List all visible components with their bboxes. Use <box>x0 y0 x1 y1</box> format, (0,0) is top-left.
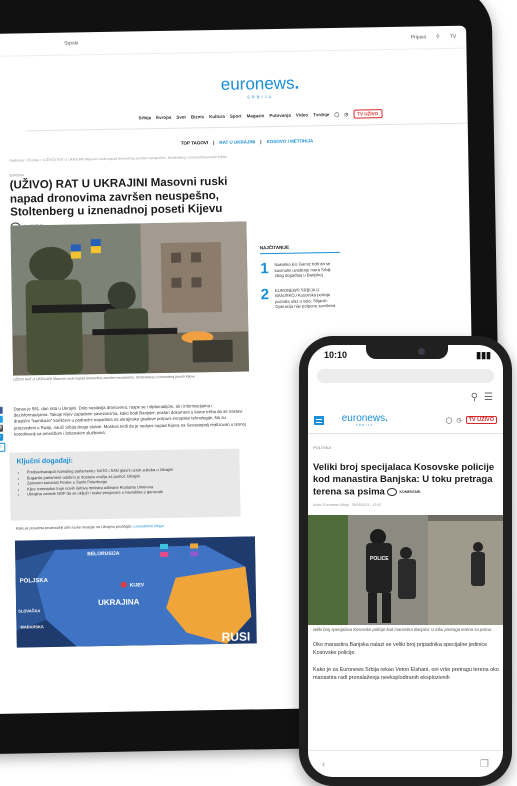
key-events-heading: Ključni događaji: <box>16 457 74 466</box>
tabs-icon[interactable]: ❐ <box>480 759 489 770</box>
lock-icon[interactable]: ◯ <box>334 111 339 117</box>
tag-separator: | <box>260 139 262 145</box>
clock-icon[interactable]: ◷ <box>344 111 348 117</box>
list-item[interactable]: 1 Nakoliko EU Gamiz trdit da se kosmalni… <box>260 260 340 279</box>
photo-label: POLICE <box>370 556 389 562</box>
tablet-topbar: Srpski Prijava ⚲ TV <box>0 25 467 58</box>
nav-item[interactable]: Tvrdnje <box>313 112 329 117</box>
menu-icon[interactable]: ☰ <box>484 392 493 403</box>
search-icon[interactable]: ⚲ <box>436 34 440 40</box>
top-tags-label: TOP TAGOVI <box>180 140 209 146</box>
nav-item[interactable]: Evropa <box>156 115 171 120</box>
nav-item[interactable]: Srbija <box>139 115 152 120</box>
share-bar: f t ✉ + ○ <box>0 406 6 452</box>
rank-number: 2 <box>260 285 270 303</box>
phone-screen: 10:10 ▮▮▮ ⚲ ☰ euronews. SRBIJA ◯ ◷ TV UŽ… <box>308 345 503 777</box>
tv-live-button[interactable]: TV UŽIVO <box>465 416 497 424</box>
police-photo: POLICE <box>308 514 503 625</box>
map-label: BELORUSIJA <box>87 551 120 558</box>
notch <box>366 345 448 359</box>
list-item-title: Nakoliko EU Gamiz trdit da se kosmalni u… <box>274 261 331 279</box>
tag-separator: | <box>213 140 215 146</box>
main-nav: Srbija Evropa Svet Biznis Kultura Sport … <box>0 96 468 126</box>
address-bar[interactable] <box>317 369 494 383</box>
browser-bottom-bar: ‹ ❐ <box>308 750 503 777</box>
login-link[interactable]: Prijava <box>411 34 426 40</box>
nav-item[interactable]: Magazin <box>247 113 265 118</box>
divider <box>259 251 340 255</box>
email-icon[interactable]: ✉ <box>0 424 4 432</box>
signal-icon: ▮▮▮ <box>476 349 491 360</box>
soldiers-photo <box>10 221 250 376</box>
camera-icon <box>418 348 425 355</box>
map-label: POLJSKA <box>20 578 49 585</box>
body-paragraph: Oko manastira Banjska nalazi se veliki b… <box>313 642 488 657</box>
photo-caption: veliki broj specijalaca Kosovske policij… <box>312 626 491 632</box>
logo-text: euronews <box>220 73 295 94</box>
euronews-logo[interactable]: euronews. SRBIJA <box>341 413 389 427</box>
nav-item[interactable]: Svet <box>176 115 186 120</box>
phone-device: 10:10 ▮▮▮ ⚲ ☰ euronews. SRBIJA ◯ ◷ TV UŽ… <box>299 336 512 786</box>
article-photo: POLICE <box>308 514 503 625</box>
blog-link[interactable]: u posebnom blogu <box>132 524 163 529</box>
tv-live-button[interactable]: TV UŽIVO <box>353 109 383 119</box>
back-icon[interactable]: ‹ <box>322 759 325 770</box>
browser-toolbar: ⚲ ☰ <box>308 383 503 403</box>
header-actions: ◯ ◷ TV UŽIVO <box>446 416 497 424</box>
key-events-list: Predsednavajući kamaling parlamentu: NAT… <box>10 466 240 498</box>
list-item[interactable]: 2 EURONEWS SRBIJA U BANJSKOJ Kosovska po… <box>261 286 341 309</box>
article-title-text: (UŽIVO) RAT U UKRAJINI Masovni ruski nap… <box>9 175 228 219</box>
facebook-icon[interactable]: f <box>0 406 3 414</box>
nav-item[interactable]: Video <box>296 112 308 117</box>
most-read-sidebar: NAJČITANIJE 1 Nakoliko EU Gamiz trdit da… <box>260 244 341 319</box>
comments-link[interactable]: KOMENTARI <box>387 486 420 498</box>
clock-icon[interactable]: ◷ <box>456 417 461 424</box>
lock-icon[interactable]: ◯ <box>446 417 453 424</box>
status-time: 10:10 <box>324 350 348 360</box>
article-date: 26/09/2023 - 12:00 <box>351 502 382 507</box>
tv-link[interactable]: TV <box>450 34 456 40</box>
map-label: RUSI <box>222 629 251 643</box>
nav-item[interactable]: Sport <box>230 114 242 119</box>
key-events-box: Ključni događaji: Predsednavajući kamali… <box>9 448 241 521</box>
article-body: Danas je 581. dan rata u Ukrajini. Dolo … <box>13 403 246 437</box>
article-author: Autor: Euronews Srbija 26/09/2023 - 12:0… <box>308 499 503 507</box>
comment-icon[interactable]: ○ <box>0 442 6 452</box>
logo-text: euronews <box>341 413 386 424</box>
ukraine-map: BELORUSIJA POLJSKA UKRAJINA KIJEV SLOVAČ… <box>14 536 257 648</box>
rank-number: 1 <box>260 260 269 278</box>
euronews-logo[interactable]: euronews. SRBIJA <box>205 73 315 100</box>
map-label: UKRAJINA <box>98 597 140 607</box>
map-label: KIJEV <box>130 582 145 588</box>
nav-item[interactable]: Putovanja <box>269 113 291 118</box>
hero-image <box>10 221 250 376</box>
article-category[interactable]: POLITIKA <box>308 434 503 450</box>
share-icon[interactable]: + <box>0 433 4 441</box>
body-paragraph: Kako je za Euronews Srbija rekao Veton E… <box>313 667 499 682</box>
map-label: SLOVAČKA <box>18 608 40 613</box>
hamburger-icon[interactable] <box>314 415 324 425</box>
nav-item[interactable]: Kultura <box>209 114 225 119</box>
tag-link[interactable]: RAT U UKRAJINI <box>219 139 255 145</box>
search-icon[interactable]: ⚲ <box>471 392 478 403</box>
site-header: euronews. SRBIJA ◯ ◷ TV UŽIVO <box>308 403 503 427</box>
comments-label: KOMENTARI <box>399 490 421 494</box>
comment-icon <box>387 488 398 497</box>
status-bar: 10:10 ▮▮▮ <box>308 345 503 365</box>
map-label: MAĐARSKA <box>20 624 44 629</box>
tag-link[interactable]: KOSOVO I METOHIJA <box>266 138 313 144</box>
most-read-heading: NAJČITANIJE <box>259 244 290 251</box>
language-select[interactable]: Srpski <box>64 40 78 46</box>
article-title: Veliki broj specijalaca Kosovske policij… <box>308 450 503 499</box>
logo-subtitle: SRBIJA <box>355 424 374 427</box>
nav-item[interactable]: Biznis <box>191 114 204 119</box>
twitter-icon[interactable]: t <box>0 415 3 423</box>
author-name: Autor: Euronews Srbija <box>313 502 349 507</box>
article-body: Oko manastira Banjska nalazi se veliki b… <box>308 632 503 682</box>
map-graphic: BELORUSIJA POLJSKA UKRAJINA KIJEV SLOVAČ… <box>14 536 257 648</box>
list-item-title: EURONEWS SRBIJA U BANJSKOJ Kosovska poli… <box>274 286 336 310</box>
